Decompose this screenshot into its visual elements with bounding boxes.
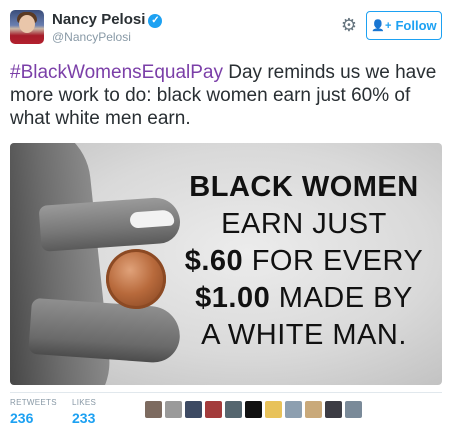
tweet-text: #BlackWomensEqualPay Day reminds us we h… bbox=[10, 61, 446, 130]
liker-avatar[interactable] bbox=[185, 401, 202, 418]
slogan-line: EARN JUST bbox=[221, 208, 387, 240]
liker-avatar[interactable] bbox=[325, 401, 342, 418]
liker-avatar[interactable] bbox=[245, 401, 262, 418]
liker-avatar[interactable] bbox=[285, 401, 302, 418]
liker-avatars bbox=[145, 401, 362, 418]
user-handle[interactable]: @NancyPelosi bbox=[52, 30, 131, 44]
liker-avatar[interactable] bbox=[225, 401, 242, 418]
display-name-text: Nancy Pelosi bbox=[52, 11, 146, 28]
display-name[interactable]: Nancy Pelosi ✓ bbox=[52, 11, 163, 28]
liker-avatar[interactable] bbox=[205, 401, 222, 418]
avatar[interactable] bbox=[10, 10, 44, 44]
image-slogan: BLACK WOMEN EARN JUST $.60 FOR EVERY $1.… bbox=[178, 169, 430, 354]
slogan-line: $.60 FOR EVERY bbox=[184, 245, 424, 277]
slogan-line: A WHITE MAN. bbox=[201, 319, 407, 351]
fingernail-graphic bbox=[129, 209, 175, 229]
gear-icon[interactable]: ⚙ bbox=[338, 14, 360, 36]
hashtag-link[interactable]: #BlackWomensEqualPay bbox=[10, 62, 223, 83]
penny-icon bbox=[106, 249, 166, 309]
liker-avatar[interactable] bbox=[345, 401, 362, 418]
liker-avatar[interactable] bbox=[265, 401, 282, 418]
liker-avatar[interactable] bbox=[165, 401, 182, 418]
verified-badge-icon: ✓ bbox=[148, 14, 163, 28]
slogan-line: BLACK WOMEN bbox=[189, 171, 419, 203]
liker-avatar[interactable] bbox=[145, 401, 162, 418]
likes-count[interactable]: 233 bbox=[72, 410, 95, 426]
add-user-icon: 👤+ bbox=[371, 20, 392, 32]
avatar-face bbox=[19, 15, 35, 33]
slogan-line: $1.00 MADE BY bbox=[195, 282, 413, 314]
follow-button[interactable]: 👤+ Follow bbox=[366, 11, 442, 40]
likes-label: LIKES bbox=[72, 398, 97, 407]
divider bbox=[10, 392, 442, 393]
thumb-graphic bbox=[28, 297, 182, 365]
tweet-media-image[interactable]: BLACK WOMEN EARN JUST $.60 FOR EVERY $1.… bbox=[10, 143, 442, 385]
retweets-label: RETWEETS bbox=[10, 398, 57, 407]
retweets-count[interactable]: 236 bbox=[10, 410, 33, 426]
liker-avatar[interactable] bbox=[305, 401, 322, 418]
follow-label: Follow bbox=[395, 18, 437, 33]
